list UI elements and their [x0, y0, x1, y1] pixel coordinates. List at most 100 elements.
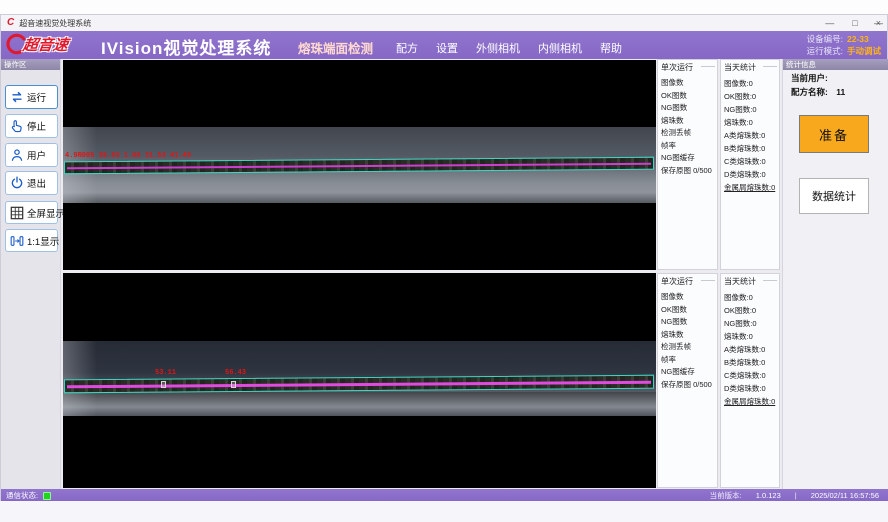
recipe-name-value: 11: [836, 87, 845, 97]
stat-row: NG图数:0: [724, 317, 779, 330]
today-stats-rows: 图像数:0OK图数:0NG图数:0熔珠数:0A类熔珠数:0B类熔珠数:0C类熔珠…: [724, 291, 779, 408]
version-value: 1.0.123: [756, 491, 781, 500]
maximize-button[interactable]: □: [852, 19, 857, 28]
stat-row: C类熔珠数:0: [724, 369, 779, 382]
user-button[interactable]: 用户: [5, 143, 58, 167]
device-info: 设备编号:22-33 运行模式:手动调试: [807, 33, 881, 57]
stat-row: OK图数:0: [724, 90, 779, 103]
exit-button-label: 退出: [27, 176, 46, 190]
brand-logo: 超音速: [5, 33, 68, 55]
menu-inner-camera[interactable]: 内侧相机: [538, 40, 582, 56]
recipe-name-label: 配方名称:: [791, 87, 828, 97]
window-title: 超音速视觉处理系统: [19, 18, 91, 29]
statistics-info-panel: 统计信息 当前用户: 配方名称: 11 准备 数据统计: [782, 59, 888, 489]
menu-help[interactable]: 帮助: [600, 40, 622, 56]
today-stats-panel-top: 当天统计 图像数:0OK图数:0NG图数:0熔珠数:0A类熔珠数:0B类熔珠数:…: [720, 59, 780, 270]
stop-button-label: 停止: [27, 119, 46, 133]
stat-row: NG图数: [661, 102, 717, 115]
stat-row: 熔珠数:0: [724, 116, 779, 129]
sidebar-title: 操作区: [1, 59, 60, 70]
today-stats-rows: 图像数:0OK图数:0NG图数:0熔珠数:0A类熔珠数:0B类熔珠数:0C类熔珠…: [724, 77, 779, 194]
stat-row: A类熔珠数:0: [724, 129, 779, 142]
separator: |: [795, 491, 797, 500]
stat-row: D类熔珠数:0: [724, 168, 779, 181]
device-number-value: 22-33: [847, 34, 869, 44]
stat-row: 图像数: [661, 291, 717, 304]
single-run-panel-bottom: 单次运行 图像数OK图数NG图数熔珠数检测丢帧帧率NG图缓存保存原图 0/500: [657, 273, 718, 488]
window-titlebar[interactable]: C 超音速视觉处理系统 — — □ ×: [1, 15, 887, 31]
stat-row: 金属屑熔珠数:0: [724, 181, 779, 194]
main-area: 操作区 运行 停止: [1, 59, 888, 489]
power-icon: [10, 176, 24, 190]
measurement-annotation: 53.11: [155, 369, 176, 377]
single-run-rows: 图像数OK图数NG图数熔珠数检测丢帧帧率NG图缓存保存原图 0/500: [661, 77, 717, 177]
defect-mark: [231, 381, 236, 388]
single-run-rows: 图像数OK图数NG图数熔珠数检测丢帧帧率NG图缓存保存原图 0/500: [661, 291, 717, 391]
today-stats-title: 当天统计: [724, 62, 779, 73]
stat-row: 熔珠数: [661, 115, 717, 128]
stat-row: OK图数: [661, 90, 717, 103]
stat-row: NG图缓存: [661, 366, 717, 379]
app-title: IVision视觉处理系统: [101, 34, 271, 59]
today-stats-panel-bottom: 当天统计 图像数:0OK图数:0NG图数:0熔珠数:0A类熔珠数:0B类熔珠数:…: [720, 273, 780, 488]
today-stats-title: 当天统计: [724, 276, 779, 287]
data-statistics-button[interactable]: 数据统计: [799, 178, 869, 214]
one-to-one-icon: [10, 234, 24, 248]
stat-row: B类熔珠数:0: [724, 356, 779, 369]
desktop-strip: [0, 501, 888, 522]
fullscreen-button-label: 全屏显示: [27, 206, 65, 220]
one-to-one-button[interactable]: 1:1显示: [5, 229, 58, 252]
stop-button[interactable]: 停止: [5, 114, 58, 138]
stat-row: 保存原图 0/500: [661, 379, 717, 392]
camera-view-bottom: 53.11 56.43: [63, 273, 656, 488]
desktop: C 超音速视觉处理系统 — — □ × 超音速 IVision视觉处理系统 熔珠…: [0, 0, 888, 522]
current-user-label: 当前用户:: [791, 73, 828, 83]
info-panel-title: 统计信息: [783, 59, 888, 70]
minimize-button[interactable]: —: [825, 19, 834, 28]
datetime: 2025/02/11 16:57:56: [811, 491, 879, 500]
measurement-annotation: 4.9R005 39.83 1.69 31.53 41.49: [65, 152, 191, 160]
comm-status-indicator: [43, 492, 51, 500]
stat-row: 检测丢帧: [661, 127, 717, 140]
single-run-panel-top: 单次运行 图像数OK图数NG图数熔珠数检测丢帧帧率NG图缓存保存原图 0/500: [657, 59, 718, 270]
defect-mark: [161, 381, 166, 388]
run-mode-label: 运行模式:: [807, 46, 843, 56]
fullscreen-button[interactable]: 全屏显示: [5, 201, 58, 224]
app-window: C 超音速视觉处理系统 — — □ × 超音速 IVision视觉处理系统 熔珠…: [0, 14, 888, 501]
run-icon: [10, 90, 24, 104]
stat-row: 图像数: [661, 77, 717, 90]
stat-row: NG图数: [661, 316, 717, 329]
stat-row: 图像数:0: [724, 291, 779, 304]
stat-row: C类熔珠数:0: [724, 155, 779, 168]
stat-row: 金属屑熔珠数:0: [724, 395, 779, 408]
stat-row: B类熔珠数:0: [724, 142, 779, 155]
close-button[interactable]: ×: [876, 19, 881, 28]
stat-row: NG图缓存: [661, 152, 717, 165]
fullscreen-grid-icon: [10, 206, 24, 220]
run-button[interactable]: 运行: [5, 85, 58, 109]
stat-row: 帧率: [661, 354, 717, 367]
menu-outer-camera[interactable]: 外侧相机: [476, 40, 520, 56]
run-button-label: 运行: [27, 90, 46, 104]
user-icon: [10, 148, 24, 162]
stat-row: 熔珠数: [661, 329, 717, 342]
single-run-title: 单次运行: [661, 62, 717, 73]
prepare-button[interactable]: 准备: [799, 115, 869, 153]
app-icon: C: [7, 18, 14, 28]
one-to-one-button-label: 1:1显示: [27, 234, 59, 248]
menu-recipe[interactable]: 配方: [396, 40, 418, 56]
app-header: 超音速 IVision视觉处理系统 熔珠端面检测 配方 设置 外侧相机 内侧相机…: [1, 31, 887, 59]
measurement-annotation: 56.43: [225, 369, 246, 377]
menu-bar: 配方 设置 外侧相机 内侧相机 帮助: [396, 31, 622, 59]
stat-row: 保存原图 0/500: [661, 165, 717, 178]
user-button-label: 用户: [27, 148, 46, 162]
menu-settings[interactable]: 设置: [436, 40, 458, 56]
stat-row: NG图数:0: [724, 103, 779, 116]
single-run-title: 单次运行: [661, 276, 717, 287]
stat-row: 检测丢帧: [661, 341, 717, 354]
version-label: 当前版本:: [710, 490, 742, 501]
exit-button[interactable]: 退出: [5, 171, 58, 195]
stat-row: OK图数: [661, 304, 717, 317]
measurement-line: [67, 381, 651, 389]
stat-row: 熔珠数:0: [724, 330, 779, 343]
